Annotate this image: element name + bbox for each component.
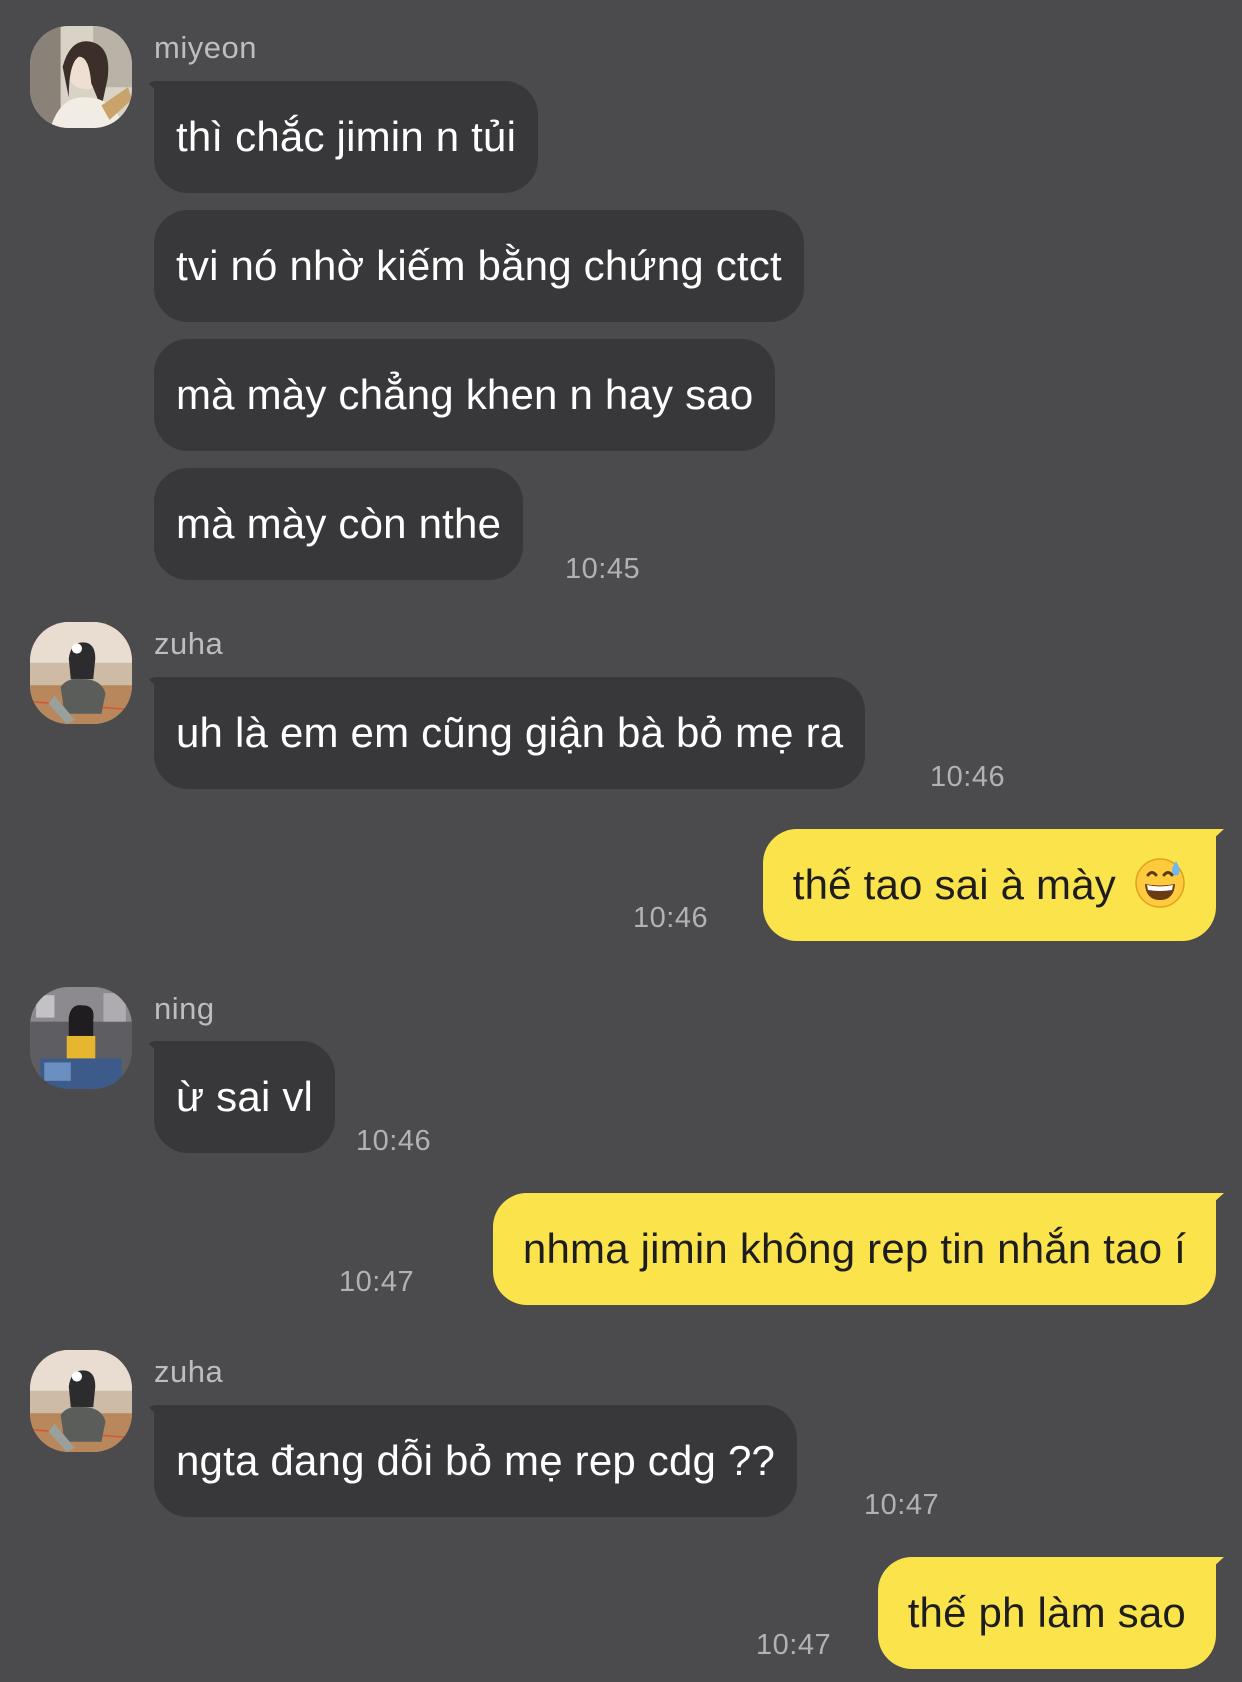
message-timestamp: 10:45 [565,553,641,585]
incoming-message-bubble[interactable]: mà mày chẳng khen n hay sao [154,339,776,451]
incoming-message-bubble[interactable]: uh là em em cũng giận bà bỏ mẹ ra [154,677,866,789]
incoming-message-bubble[interactable]: ừ sai vl [154,1041,336,1153]
sender-name: zuha [154,626,224,661]
message-timestamp: 10:47 [339,1266,415,1298]
message-timestamp: 10:46 [633,902,709,934]
outgoing-message-bubble[interactable]: thế tao sai à mày [762,829,1216,941]
sender-name: miyeon [154,30,257,65]
sender-name: ning [154,991,215,1026]
incoming-message-bubble[interactable]: ngta đang dỗi bỏ mẹ rep cdg ?? [154,1405,798,1517]
incoming-message-bubble[interactable]: tvi nó nhờ kiếm bằng chứng ctct [154,210,804,322]
outgoing-message-bubble[interactable]: nhma jimin không rep tin nhắn tao í [492,1193,1216,1305]
chat-message-list[interactable]: miyeon thì chắc jimin n tủi tvi nó nhờ k… [0,0,1242,1682]
grinning-sweat-emoji-icon [1134,857,1186,909]
outgoing-message-bubble[interactable]: thế ph làm sao [877,1557,1216,1669]
message-timestamp: 10:47 [756,1629,832,1661]
avatar-zuha[interactable] [30,1350,132,1452]
profile-photo-icon [30,26,132,128]
avatar-zuha[interactable] [30,622,132,724]
message-timestamp: 10:46 [356,1125,432,1157]
message-timestamp: 10:46 [930,761,1006,793]
message-text: thế tao sai à mày [792,861,1116,908]
profile-photo-icon [30,1350,132,1452]
message-timestamp: 10:47 [864,1489,940,1521]
profile-photo-icon [30,622,132,724]
incoming-message-bubble[interactable]: mà mày còn nthe [154,468,524,580]
incoming-message-bubble[interactable]: thì chắc jimin n tủi [154,81,539,193]
profile-photo-icon [30,987,132,1089]
avatar-ning[interactable] [30,987,132,1089]
sender-name: zuha [154,1354,224,1389]
avatar-miyeon[interactable] [30,26,132,128]
